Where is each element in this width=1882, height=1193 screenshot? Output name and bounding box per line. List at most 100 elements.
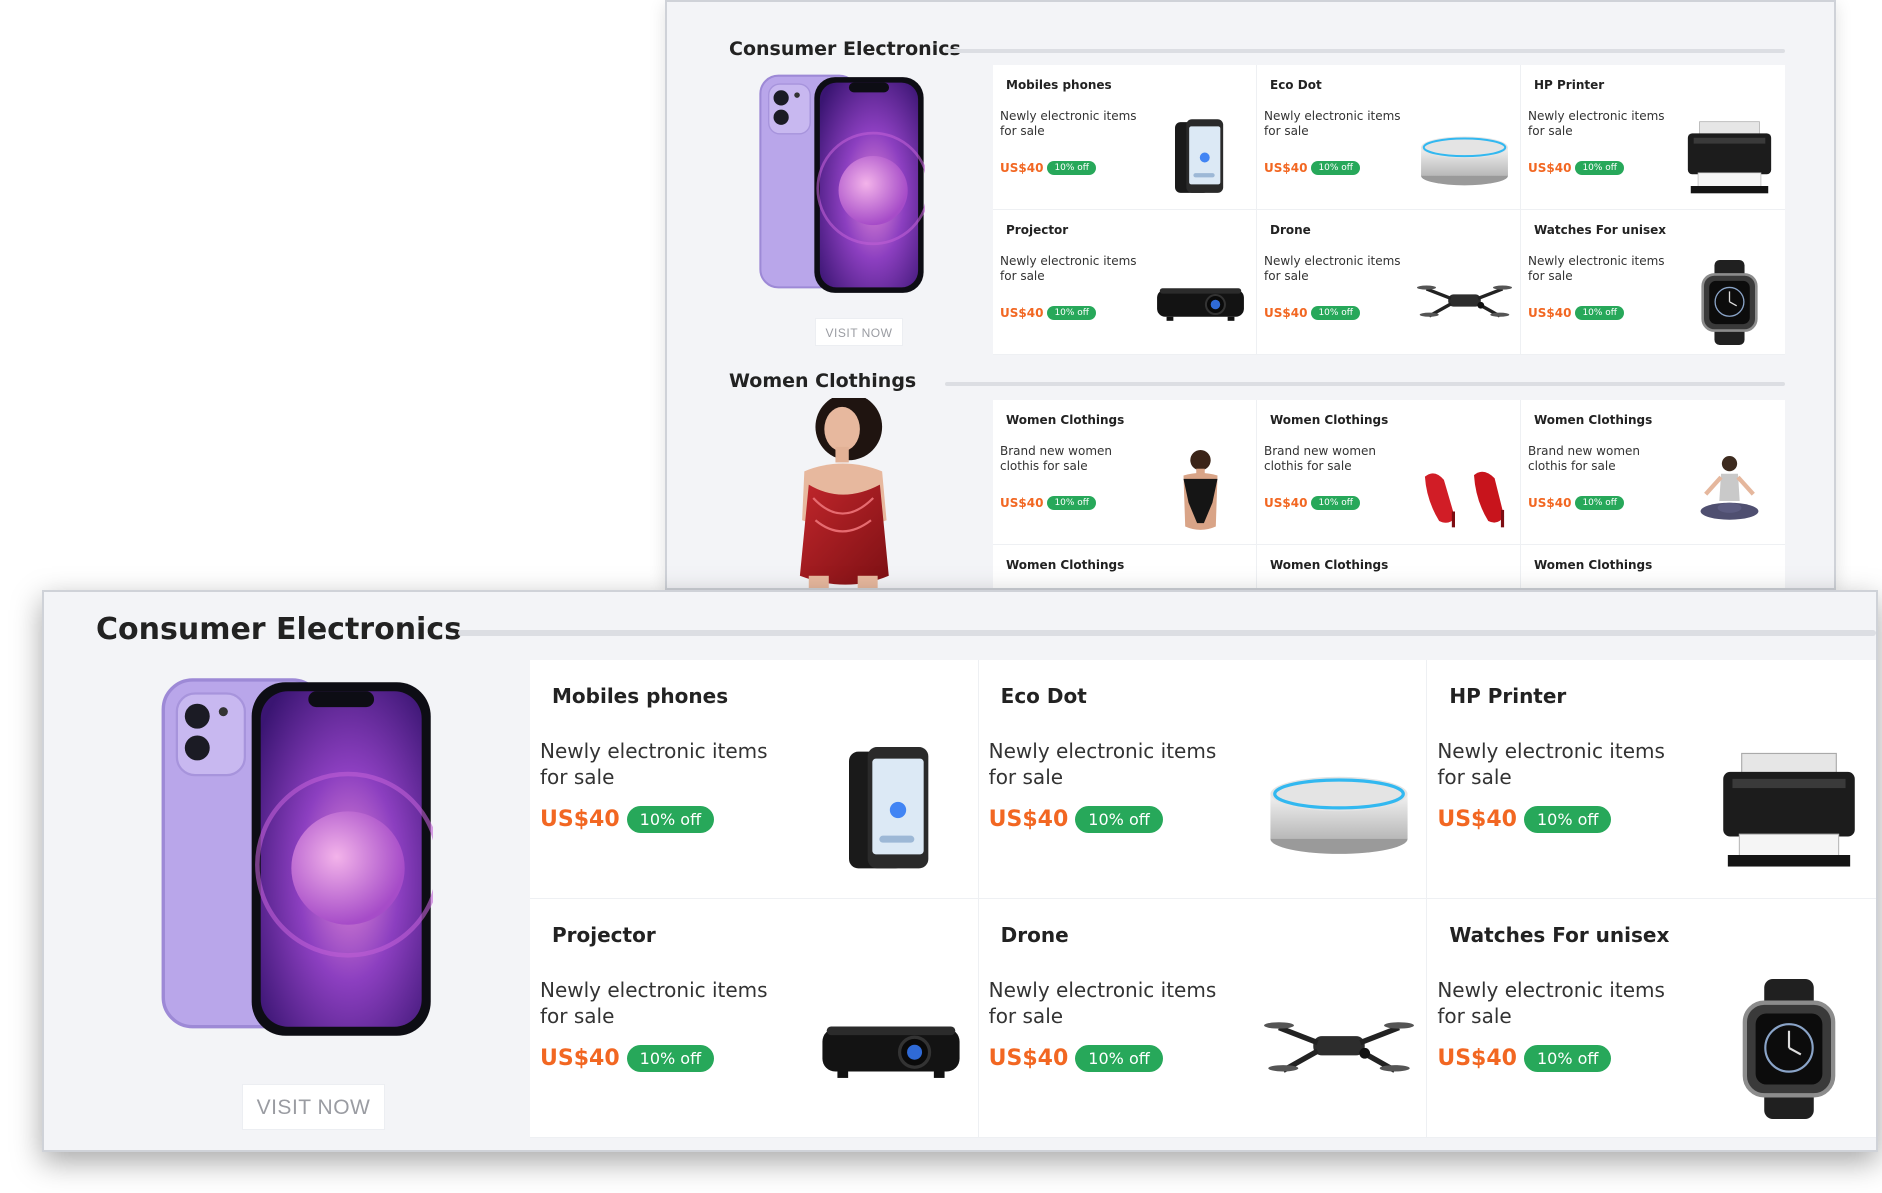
product-card[interactable]: HP Printer Newly electronic items for sa… [1521, 65, 1785, 210]
product-card[interactable]: Women Clothings [993, 545, 1257, 588]
price-row: US$40 10% off [989, 806, 1163, 833]
product-description: Newly electronic items for sale [988, 739, 1217, 789]
price-row: US$40 10% off [540, 1045, 715, 1072]
product-card[interactable]: Drone Newly electronic items for sale US… [978, 899, 1428, 1138]
price: US$40 [1437, 1046, 1517, 1071]
product-card[interactable]: Eco Dot Newly electronic items for sale … [978, 660, 1428, 899]
product-card[interactable]: Eco Dot Newly electronic items for sale … [1257, 65, 1521, 210]
product-card[interactable]: Projector Newly electronic items for sal… [530, 899, 979, 1138]
product-card[interactable]: Drone Newly electronic items for sale US… [1257, 210, 1521, 355]
smartphone-image [1153, 115, 1248, 200]
lingerie-image [1153, 450, 1248, 535]
women-product-grid: Women Clothings Brand new women clothis … [993, 400, 1785, 588]
electronics-product-grid: Mobiles phones Newly electronic items fo… [530, 660, 1876, 1138]
discount-badge: 10% off [1311, 496, 1361, 510]
visit-now-button[interactable]: VISIT NOW [815, 318, 903, 346]
product-card[interactable]: Women Clothings Brand new women clothis … [1521, 400, 1785, 545]
product-description: Newly electronic items for sale [1437, 739, 1665, 789]
price: US$40 [1264, 161, 1308, 175]
smartphone-image [816, 740, 966, 880]
discount-badge: 10% off [1575, 306, 1625, 320]
discount-badge: 10% off [626, 806, 715, 833]
product-title: Women Clothings [1006, 413, 1125, 427]
product-title: Drone [1000, 923, 1069, 947]
price: US$40 [1000, 496, 1044, 510]
printer-image [1714, 740, 1864, 880]
projector-image [1153, 260, 1248, 345]
product-title: Women Clothings [1006, 558, 1125, 572]
product-card[interactable]: Women Clothings Brand new women clothis … [1257, 400, 1521, 545]
product-description: Newly electronic items for sale [1528, 109, 1665, 138]
section-title-women: Women Clothings [729, 370, 917, 392]
drone-image [1264, 979, 1414, 1119]
price-row: US$40 10% off [540, 806, 715, 833]
smartwatch-image [1682, 260, 1777, 345]
product-title: Women Clothings [1534, 413, 1653, 427]
price: US$40 [1264, 496, 1308, 510]
discount-badge: 10% off [1075, 806, 1163, 833]
product-title: Women Clothings [1534, 558, 1653, 572]
product-title: Eco Dot [1000, 684, 1087, 708]
product-title: Women Clothings [1270, 558, 1389, 572]
price-row: US$40 10% off [1437, 1045, 1612, 1072]
price-row: US$40 10% off [1000, 306, 1097, 320]
product-description: Newly electronic items for sale [1000, 254, 1137, 283]
product-card[interactable]: Watches For unisex Newly electronic item… [1427, 899, 1876, 1138]
price-row: US$40 10% off [1528, 161, 1625, 175]
product-title: Watches For unisex [1534, 223, 1667, 237]
price: US$40 [988, 807, 1069, 832]
yoga-woman-image [1682, 450, 1777, 535]
price-row: US$40 10% off [1264, 496, 1361, 510]
smartwatch-image [1714, 979, 1864, 1119]
discount-badge: 10% off [1047, 306, 1097, 320]
product-title: Watches For unisex [1449, 923, 1670, 947]
background-preview-panel: Consumer Electronics VISIT NOW Mobiles p… [665, 0, 1836, 590]
price-row: US$40 10% off [1528, 306, 1625, 320]
product-card[interactable]: Women Clothings [1521, 545, 1785, 588]
section-divider [945, 49, 1785, 53]
product-description: Newly electronic items for sale [1437, 978, 1665, 1028]
price: US$40 [1437, 807, 1517, 832]
discount-badge: 10% off [1311, 161, 1361, 175]
discount-badge: 10% off [1047, 496, 1097, 510]
price: US$40 [540, 1046, 620, 1071]
product-card[interactable]: Watches For unisex Newly electronic item… [1521, 210, 1785, 355]
product-card[interactable]: Projector Newly electronic items for sal… [993, 210, 1257, 355]
price-row: US$40 10% off [1437, 806, 1612, 833]
visit-now-button[interactable]: VISIT NOW [242, 1084, 385, 1130]
product-card[interactable]: Mobiles phones Newly electronic items fo… [530, 660, 979, 899]
product-title: Projector [552, 923, 656, 947]
product-card[interactable]: Mobiles phones Newly electronic items fo… [993, 65, 1257, 210]
product-card[interactable]: HP Printer Newly electronic items for sa… [1427, 660, 1876, 899]
price-row: US$40 10% off [1000, 161, 1097, 175]
product-title: Drone [1270, 223, 1311, 237]
smart-speaker-image [1264, 740, 1414, 880]
printer-image [1682, 115, 1777, 200]
price-row: US$40 10% off [1528, 496, 1625, 510]
product-description: Newly electronic items for sale [1000, 109, 1137, 138]
product-title: Mobiles phones [552, 684, 729, 708]
price-row: US$40 10% off [1264, 306, 1361, 320]
section-divider [458, 630, 1876, 636]
product-description: Newly electronic items for sale [540, 978, 768, 1028]
discount-badge: 10% off [626, 1045, 715, 1072]
product-title: HP Printer [1449, 684, 1567, 708]
product-title: Women Clothings [1270, 413, 1389, 427]
price: US$40 [988, 1046, 1069, 1071]
price: US$40 [540, 807, 620, 832]
zoomed-electronics-panel: Consumer Electronics VISIT NOW Mobiles p… [42, 590, 1878, 1152]
product-card[interactable]: Women Clothings [1257, 545, 1521, 588]
discount-badge: 10% off [1075, 1045, 1163, 1072]
product-card[interactable]: Women Clothings Brand new women clothis … [993, 400, 1257, 545]
product-description: Newly electronic items for sale [988, 978, 1217, 1028]
product-description: Newly electronic items for sale [540, 739, 768, 789]
discount-badge: 10% off [1047, 161, 1097, 175]
section-divider [945, 382, 1785, 386]
section-title-electronics: Consumer Electronics [729, 38, 961, 60]
price-row: US$40 10% off [1000, 496, 1097, 510]
price: US$40 [1528, 161, 1572, 175]
product-title: Eco Dot [1270, 78, 1322, 92]
discount-badge: 10% off [1523, 1045, 1612, 1072]
product-description: Brand new women clothis for sale [1264, 444, 1377, 473]
product-description: Newly electronic items for sale [1264, 109, 1401, 138]
